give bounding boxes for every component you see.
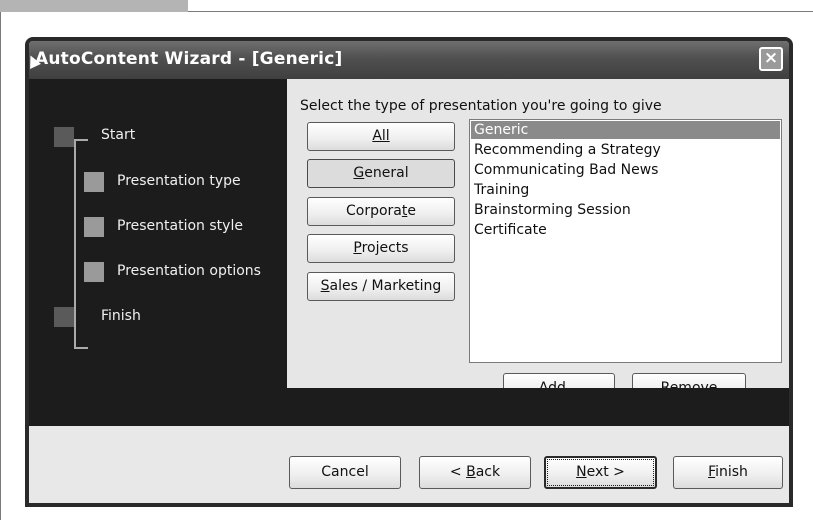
autocontent-wizard-dialog: AutoContent Wizard - [Generic] × Start P… xyxy=(25,37,793,507)
divider-strip xyxy=(29,388,789,426)
window-title: AutoContent Wizard - [Generic] xyxy=(35,49,343,69)
general-mnemonic: G xyxy=(353,165,365,181)
step-marker-start xyxy=(54,127,74,147)
title-bar[interactable]: AutoContent Wizard - [Generic] × xyxy=(29,41,789,79)
cancel-button[interactable]: Cancel xyxy=(289,456,401,489)
finish-button[interactable]: Finish xyxy=(673,456,783,489)
step-presentation-style[interactable]: Presentation style xyxy=(117,218,243,234)
list-item[interactable]: Brainstorming Session xyxy=(470,200,781,220)
category-sales-marketing-button[interactable]: Sales / Marketing xyxy=(307,272,455,301)
wizard-steps-panel: Start Presentation type Presentation sty… xyxy=(29,79,287,426)
step-connector-line xyxy=(74,139,76,349)
button-bar: Cancel < Back Next > Finish xyxy=(29,426,789,503)
step-presentation-options[interactable]: Presentation options xyxy=(117,263,261,279)
category-all-button[interactable]: All xyxy=(307,122,455,151)
background-tab xyxy=(0,0,188,12)
presentation-type-panel: Select the type of presentation you're g… xyxy=(287,79,789,426)
list-item[interactable]: Certificate xyxy=(470,220,781,240)
category-all-label: All xyxy=(372,128,390,144)
list-item[interactable]: Training xyxy=(470,180,781,200)
projects-mnemonic: P xyxy=(353,240,362,256)
step-connector-elbow xyxy=(74,139,88,141)
close-icon: × xyxy=(763,48,779,68)
step-finish[interactable]: Finish xyxy=(101,308,141,324)
corporate-mnemonic: t xyxy=(401,203,408,219)
step-marker-finish xyxy=(54,307,74,327)
category-projects-button[interactable]: Projects xyxy=(307,234,455,263)
step-start[interactable]: Start xyxy=(101,127,135,143)
background-left-border xyxy=(0,12,1,520)
list-item[interactable]: Recommending a Strategy xyxy=(470,140,781,160)
step-marker-presentation-style xyxy=(84,217,104,237)
next-button[interactable]: Next > xyxy=(544,456,657,489)
close-button[interactable]: × xyxy=(759,47,783,71)
sales-mnemonic: S xyxy=(320,278,330,294)
background-divider xyxy=(188,11,813,12)
category-corporate-button[interactable]: Corporate xyxy=(307,197,455,226)
presentation-listbox[interactable]: Generic Recommending a Strategy Communic… xyxy=(469,119,782,363)
step-marker-presentation-options xyxy=(84,262,104,282)
category-general-button[interactable]: General xyxy=(307,159,455,188)
step-connector-elbow xyxy=(74,347,88,349)
step-marker-presentation-type xyxy=(84,172,104,192)
step-presentation-type[interactable]: Presentation type xyxy=(117,173,241,189)
back-button[interactable]: < Back xyxy=(419,456,531,489)
list-item[interactable]: Generic xyxy=(471,121,780,139)
instruction-label: Select the type of presentation you're g… xyxy=(300,98,662,114)
list-item[interactable]: Communicating Bad News xyxy=(470,160,781,180)
